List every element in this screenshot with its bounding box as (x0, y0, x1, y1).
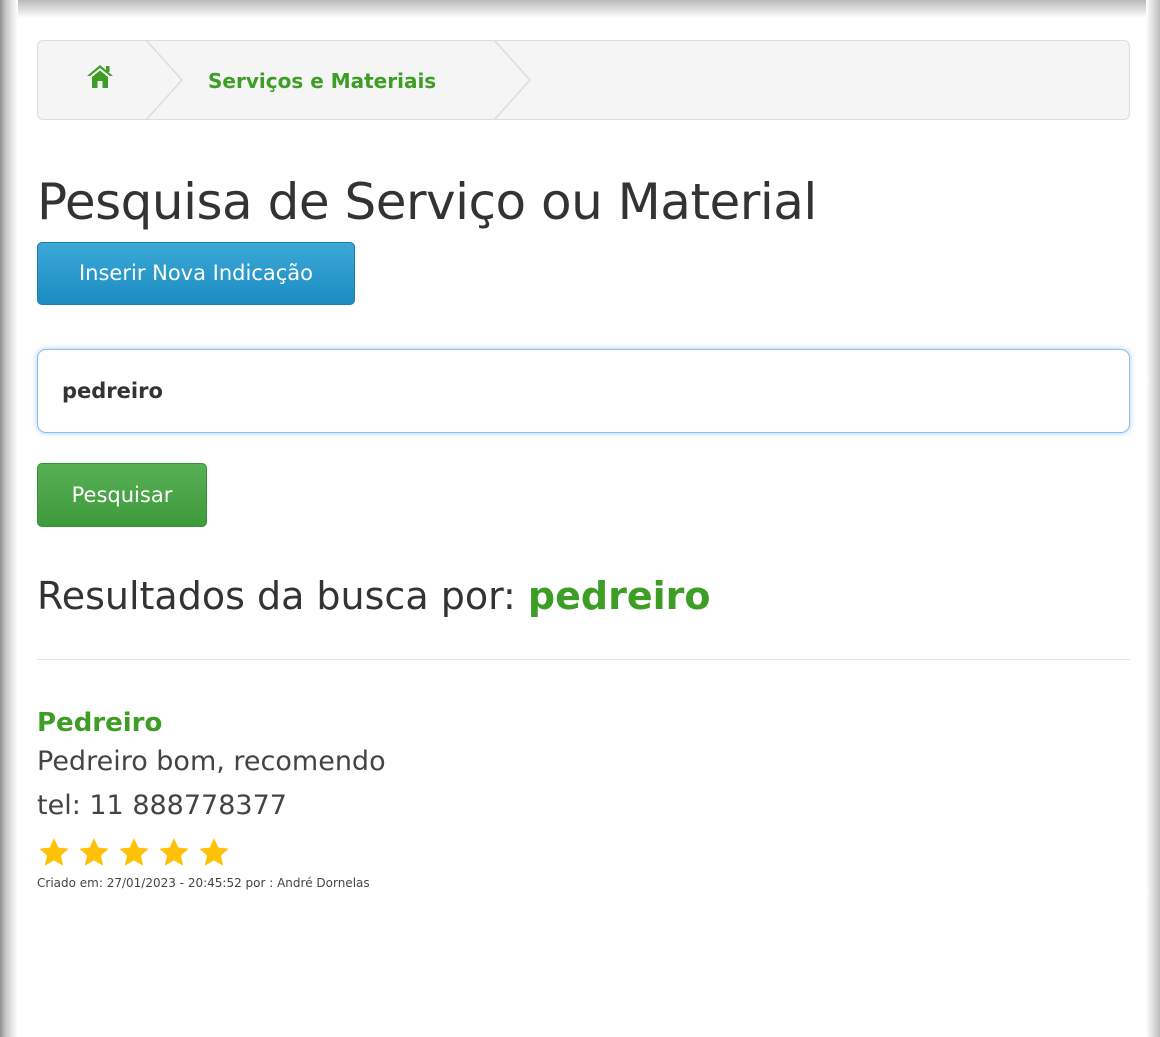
result-title[interactable]: Pedreiro (37, 706, 1130, 740)
breadcrumb: Serviços e Materiais (37, 40, 1130, 120)
list-item: Pedreiro Pedreiro bom, recomendo tel: 11… (37, 706, 1130, 890)
window-shadow-right (1146, 0, 1160, 1037)
star-icon (79, 838, 109, 866)
rating-stars (37, 836, 1130, 872)
result-phone: tel: 11 888778377 (37, 790, 287, 821)
main-content: Serviços e Materiais Pesquisa de Serviço… (37, 40, 1130, 890)
result-description: Pedreiro bom, recomendo (37, 746, 386, 777)
star-icon (119, 838, 149, 866)
home-icon[interactable] (86, 63, 114, 89)
window-shadow-top (0, 0, 1160, 18)
star-icon (199, 838, 229, 866)
result-meta: Criado em: 27/01/2023 - 20:45:52 por : A… (37, 876, 370, 890)
insert-new-indication-button[interactable]: Inserir Nova Indicação (37, 242, 355, 305)
window-shadow-left (0, 0, 18, 1037)
results-heading: Resultados da busca por: pedreiro (37, 571, 1130, 621)
breadcrumb-separator (493, 40, 532, 120)
star-icon (39, 838, 69, 866)
search-input[interactable] (37, 349, 1130, 433)
results-search-term: pedreiro (527, 574, 711, 618)
star-icon (159, 838, 189, 866)
results-heading-prefix: Resultados da busca por: (37, 574, 516, 618)
breadcrumb-item-servicos-materiais[interactable]: Serviços e Materiais (208, 69, 436, 93)
browser-viewport: Serviços e Materiais Pesquisa de Serviço… (0, 0, 1160, 1037)
search-button[interactable]: Pesquisar (37, 463, 207, 527)
divider (37, 659, 1130, 660)
page-title: Pesquisa de Serviço ou Material (37, 173, 817, 231)
breadcrumb-separator (145, 40, 184, 120)
